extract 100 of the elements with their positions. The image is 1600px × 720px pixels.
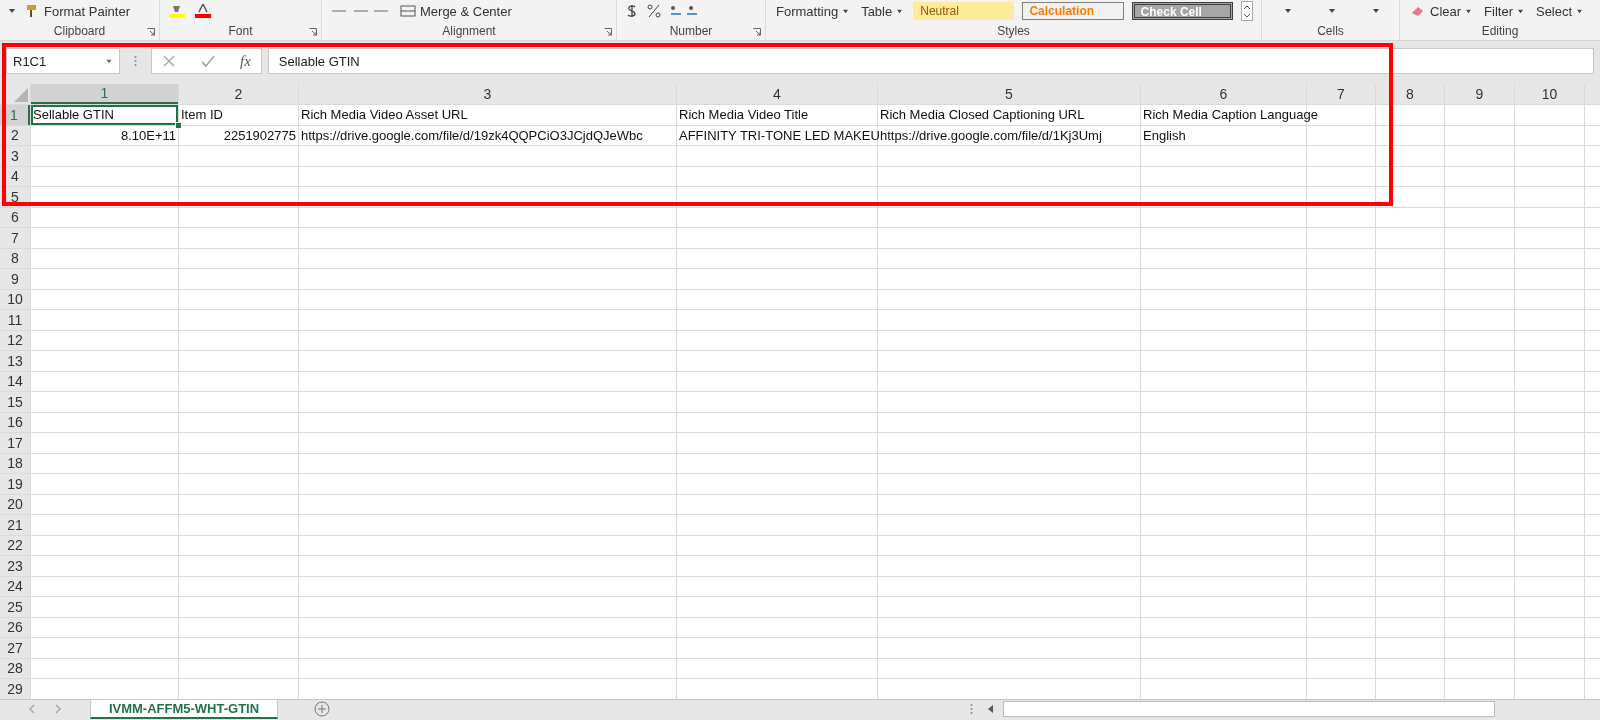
row-header[interactable]: 17 bbox=[0, 433, 30, 453]
table-cell bbox=[1376, 351, 1444, 371]
insert-function-button[interactable]: fx bbox=[240, 52, 251, 70]
table-cell bbox=[1445, 515, 1514, 535]
fill-handle[interactable] bbox=[175, 121, 182, 129]
column-header[interactable]: 2 bbox=[179, 84, 298, 104]
dropdown-button[interactable]: Filter bbox=[1482, 3, 1526, 19]
column-header[interactable]: 5 bbox=[878, 84, 1140, 104]
row-header[interactable]: 15 bbox=[0, 392, 30, 412]
merge-cells-icon bbox=[400, 5, 416, 17]
column-header[interactable]: 6 bbox=[1141, 84, 1306, 104]
table-cell bbox=[1445, 351, 1514, 371]
row-header[interactable]: 8 bbox=[0, 248, 30, 268]
row-header[interactable]: 19 bbox=[0, 474, 30, 494]
row-header[interactable]: 23 bbox=[0, 556, 30, 576]
percent-icon[interactable] bbox=[647, 4, 661, 18]
table-cell bbox=[1585, 187, 1600, 207]
formula-input[interactable]: Sellable GTIN bbox=[267, 48, 1594, 74]
format-painter-button[interactable]: Format Painter bbox=[24, 3, 132, 19]
row-header[interactable]: 28 bbox=[0, 658, 30, 678]
cell-text: Rich Media Caption Language bbox=[1142, 107, 1319, 123]
table-cell bbox=[1445, 125, 1514, 145]
table-cell bbox=[1515, 166, 1584, 186]
table-cell bbox=[1585, 474, 1600, 494]
column-header[interactable]: 4 bbox=[677, 84, 877, 104]
row-header[interactable]: 21 bbox=[0, 515, 30, 535]
dialog-launcher-icon[interactable] bbox=[309, 28, 317, 36]
column-header[interactable]: 3 bbox=[299, 84, 676, 104]
decimal-icon[interactable] bbox=[669, 4, 699, 18]
row-header[interactable]: 22 bbox=[0, 535, 30, 555]
caret-icon bbox=[1465, 8, 1473, 14]
dialog-launcher-icon[interactable] bbox=[753, 28, 761, 36]
dialog-launcher-icon[interactable] bbox=[604, 28, 612, 36]
scroll-icon[interactable] bbox=[1241, 1, 1253, 21]
column-header[interactable]: 9 bbox=[1445, 84, 1514, 104]
table-cell bbox=[1376, 453, 1444, 473]
table-cell bbox=[1376, 412, 1444, 432]
table-cell bbox=[1307, 535, 1375, 555]
merge-center-button[interactable]: Merge & Center bbox=[398, 3, 514, 19]
table-cell bbox=[1307, 658, 1375, 678]
dropdown-button[interactable]: Formatting bbox=[774, 3, 852, 19]
row-header[interactable]: 6 bbox=[0, 207, 30, 227]
check-icon[interactable] bbox=[200, 54, 216, 68]
table-cell bbox=[1307, 679, 1375, 699]
caret-icon[interactable] bbox=[1372, 8, 1380, 14]
row-header[interactable]: 12 bbox=[0, 330, 30, 350]
row-header[interactable]: 29 bbox=[0, 679, 30, 699]
row-header[interactable]: 16 bbox=[0, 412, 30, 432]
caret-icon bbox=[1576, 8, 1584, 14]
row-header[interactable]: 24 bbox=[0, 576, 30, 596]
row-header[interactable]: 18 bbox=[0, 453, 30, 473]
scroll-left-icon[interactable] bbox=[987, 704, 995, 715]
table-cell bbox=[1515, 515, 1584, 535]
cell-text: 2251902775 bbox=[222, 127, 297, 143]
column-header[interactable]: 10 bbox=[1515, 84, 1584, 104]
table-cell bbox=[1307, 638, 1375, 658]
table-cell bbox=[1307, 330, 1375, 350]
column-header[interactable]: 7 bbox=[1307, 84, 1375, 104]
table-cell bbox=[1445, 453, 1514, 473]
table-cell bbox=[1445, 474, 1514, 494]
row-header[interactable]: 25 bbox=[0, 597, 30, 617]
row-header[interactable]: 11 bbox=[0, 310, 30, 330]
row-header[interactable]: 13 bbox=[0, 351, 30, 371]
column-header[interactable]: 1 bbox=[31, 84, 178, 104]
row-header[interactable]: 10 bbox=[0, 289, 30, 309]
dropdown-button[interactable]: Select bbox=[1533, 3, 1586, 19]
table-cell bbox=[1307, 576, 1375, 596]
table-cell bbox=[1585, 125, 1600, 145]
highlight-color-icon[interactable] bbox=[168, 4, 186, 18]
caret-icon[interactable] bbox=[8, 8, 16, 14]
row-header[interactable]: 14 bbox=[0, 371, 30, 391]
cell-text: Item ID bbox=[180, 107, 224, 123]
dialog-launcher-icon[interactable] bbox=[147, 28, 155, 36]
caret-icon[interactable] bbox=[1284, 8, 1292, 14]
table-cell bbox=[1376, 638, 1444, 658]
table-cell bbox=[1515, 228, 1584, 248]
cell-style-button[interactable]: Neutral bbox=[913, 2, 1015, 20]
table-cell bbox=[1445, 207, 1514, 227]
caret-icon[interactable] bbox=[1328, 8, 1336, 14]
sheet-tab[interactable]: IVMM-AFFM5-WHT-GTIN bbox=[90, 699, 278, 719]
row-header[interactable]: 9 bbox=[0, 269, 30, 289]
row-header[interactable]: 26 bbox=[0, 617, 30, 637]
table-cell bbox=[1376, 392, 1444, 412]
column-header[interactable]: 8 bbox=[1376, 84, 1444, 104]
font-color-icon[interactable] bbox=[194, 4, 212, 18]
table-cell bbox=[1585, 453, 1600, 473]
horizontal-scrollbar[interactable] bbox=[1003, 701, 1495, 718]
table-cell bbox=[1307, 515, 1375, 535]
name-box[interactable]: R1C1 bbox=[6, 48, 120, 74]
row-header[interactable]: 7 bbox=[0, 228, 30, 248]
table-cell bbox=[1376, 289, 1444, 309]
add-sheet-icon[interactable] bbox=[314, 701, 330, 718]
table-cell bbox=[1515, 146, 1584, 166]
table-cell bbox=[1445, 269, 1514, 289]
currency-icon[interactable] bbox=[625, 4, 639, 18]
clear-button[interactable]: Clear bbox=[1408, 3, 1475, 19]
row-header[interactable]: 20 bbox=[0, 494, 30, 514]
row-header[interactable]: 27 bbox=[0, 638, 30, 658]
table-cell bbox=[1445, 289, 1514, 309]
dropdown-button[interactable]: Table bbox=[859, 3, 906, 19]
